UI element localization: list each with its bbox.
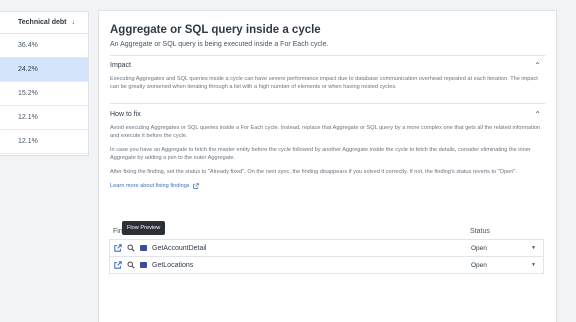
open-in-editor-icon[interactable] bbox=[114, 244, 122, 252]
technical-debt-header[interactable]: Technical debt ↓ bbox=[0, 12, 88, 34]
how-to-fix-paragraph: After fixing the finding, set the status… bbox=[110, 169, 517, 175]
debt-row[interactable]: 12.1% bbox=[0, 130, 88, 154]
aggregate-icon bbox=[140, 245, 147, 251]
aggregate-icon bbox=[140, 262, 147, 268]
page-subtitle: An Aggregate or SQL query is being execu… bbox=[110, 41, 329, 48]
status-dropdown[interactable]: Open bbox=[471, 262, 531, 269]
caret-down-icon[interactable]: ▼ bbox=[531, 245, 536, 251]
table-row[interactable]: GetAccountDetail Open ▼ bbox=[109, 240, 544, 257]
debt-row[interactable]: 15.2% bbox=[0, 82, 88, 106]
how-to-fix-paragraph: Avoid executing Aggregates or SQL querie… bbox=[110, 125, 541, 139]
finding-detail-panel: Aggregate or SQL query inside a cycle An… bbox=[98, 10, 557, 322]
debt-value: 24.2% bbox=[18, 66, 38, 73]
technical-debt-table: Technical debt ↓ 36.4% 24.2% 15.2% 12.1%… bbox=[0, 11, 89, 156]
technical-debt-header-label: Technical debt bbox=[18, 19, 67, 26]
chevron-up-icon[interactable]: ⌃ bbox=[534, 110, 541, 119]
debt-value: 12.1% bbox=[18, 114, 38, 121]
caret-down-icon[interactable]: ▼ bbox=[531, 262, 536, 268]
learn-more-link[interactable]: Learn more about fixing findings bbox=[110, 182, 199, 190]
debt-value: 12.1% bbox=[18, 138, 38, 145]
page-title: Aggregate or SQL query inside a cycle bbox=[110, 24, 321, 36]
impact-text: Executing Aggregates and SQL queries ins… bbox=[110, 76, 538, 90]
impact-section: Impact ⌃ Executing Aggregates and SQL qu… bbox=[110, 55, 545, 91]
flow-preview-icon[interactable] bbox=[127, 261, 135, 269]
debt-row-selected[interactable]: 24.2% bbox=[0, 58, 88, 82]
debt-row[interactable]: 36.4% bbox=[0, 34, 88, 58]
finding-name: GetAccountDetail bbox=[152, 244, 207, 252]
external-link-icon bbox=[192, 183, 199, 189]
flow-preview-icon[interactable] bbox=[127, 244, 135, 252]
impact-heading: Impact bbox=[110, 62, 132, 69]
debt-value: 15.2% bbox=[18, 90, 38, 97]
how-to-fix-paragraph: In case you have an Aggregate to fetch t… bbox=[110, 147, 531, 161]
open-in-editor-icon[interactable] bbox=[114, 261, 122, 269]
how-to-fix-body: Avoid executing Aggregates or SQL querie… bbox=[110, 124, 545, 190]
how-to-fix-header[interactable]: How to fix ⌃ bbox=[110, 104, 545, 124]
finding-name: GetLocations bbox=[152, 261, 194, 269]
debt-row[interactable]: 12.1% bbox=[0, 106, 88, 130]
findings-status-column[interactable]: Status bbox=[470, 228, 490, 235]
debt-value: 36.4% bbox=[18, 42, 38, 49]
flow-preview-tooltip: Flow Preview bbox=[122, 221, 166, 235]
how-to-fix-heading: How to fix bbox=[110, 110, 141, 118]
status-dropdown[interactable]: Open bbox=[471, 245, 531, 252]
learn-more-label: Learn more about fixing findings bbox=[110, 183, 190, 189]
arrow-down-icon[interactable]: ↓ bbox=[72, 19, 76, 26]
table-row[interactable]: GetLocations Open ▼ bbox=[109, 257, 544, 274]
findings-table-header: Fin Status bbox=[109, 224, 544, 240]
impact-header[interactable]: Impact ⌃ bbox=[110, 56, 545, 75]
findings-table: Fin Status GetAccountDetail Open ▼ GetLo… bbox=[109, 224, 544, 274]
how-to-fix-section: How to fix ⌃ Avoid executing Aggregates … bbox=[110, 103, 545, 190]
chevron-up-icon[interactable]: ⌃ bbox=[534, 61, 541, 70]
